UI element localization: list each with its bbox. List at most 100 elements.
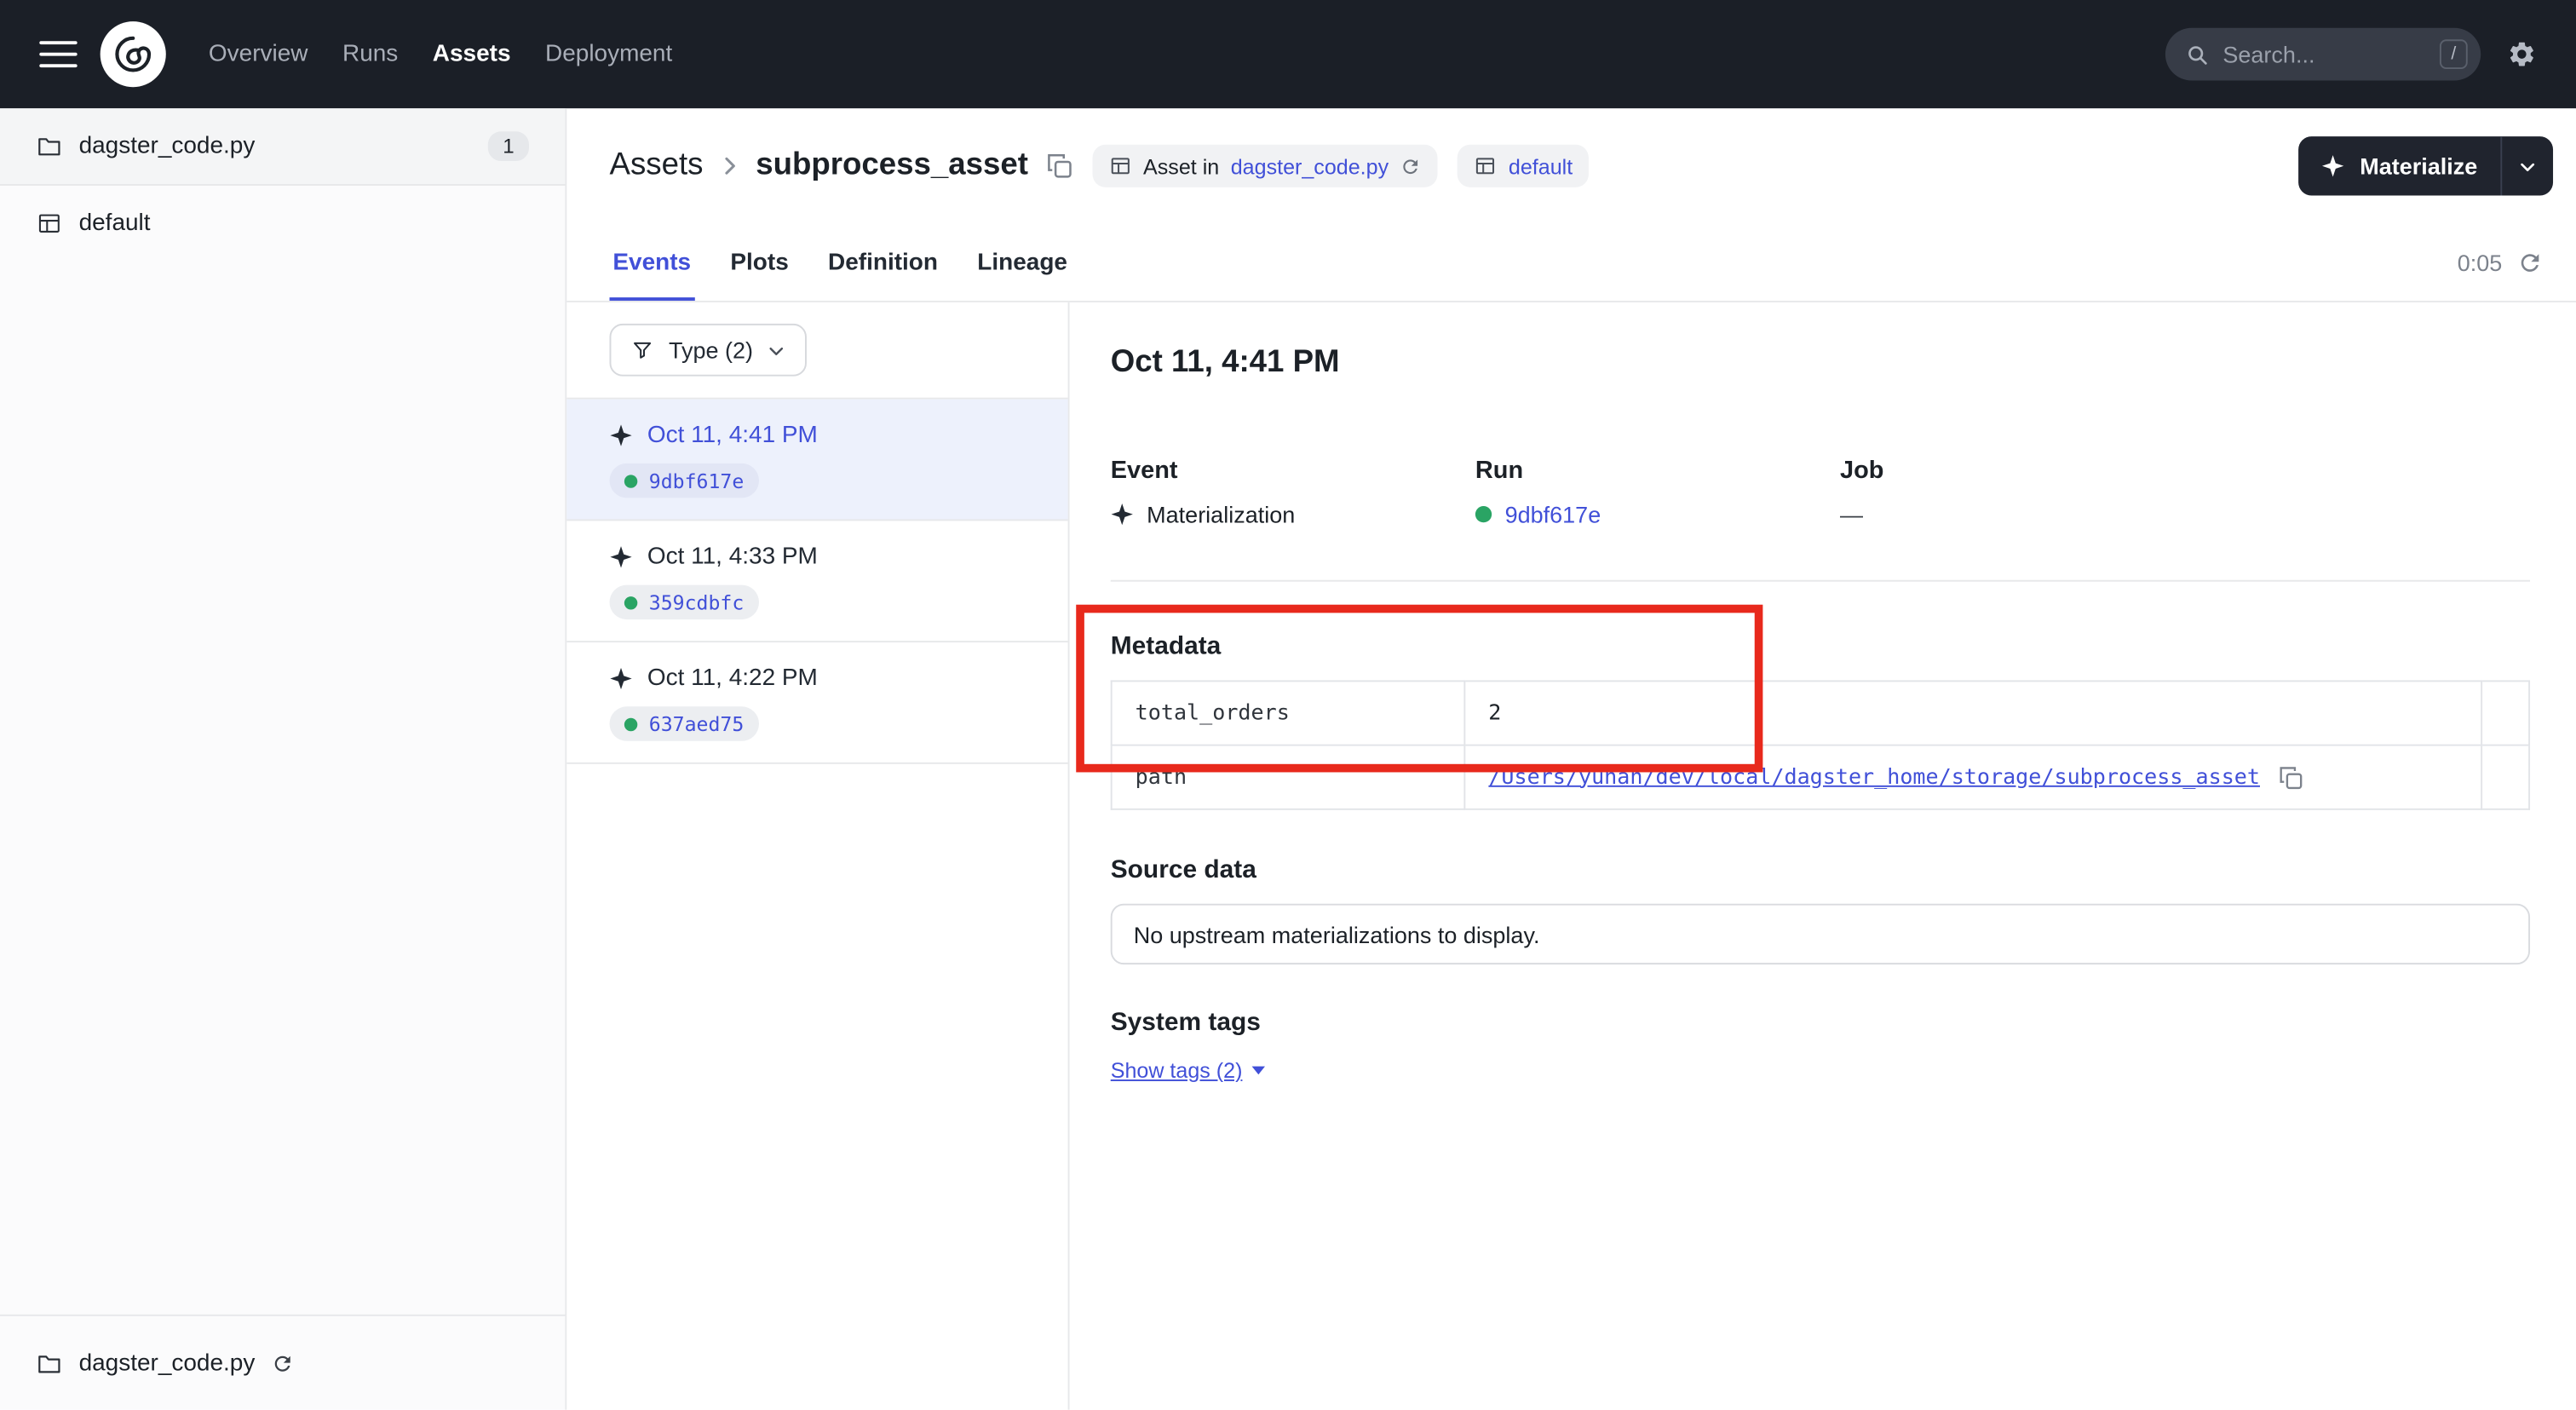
success-dot-icon (624, 596, 637, 608)
metadata-table: total_orders 2 path /Users/yuhan/dev/loc… (1111, 680, 2530, 809)
run-id: 359cdbfc (649, 590, 744, 613)
repo-default-link[interactable]: default (1509, 153, 1573, 178)
materialization-icon (610, 424, 633, 447)
success-dot-icon (624, 717, 637, 730)
metadata-gutter (2481, 745, 2529, 809)
reload-icon[interactable] (1400, 155, 1422, 176)
refresh-timer: 0:05 (2458, 249, 2503, 275)
asset-count-badge: 1 (488, 131, 529, 161)
run-id-pill[interactable]: 637aed75 (610, 706, 759, 741)
app-window: Overview Runs Assets Deployment / (0, 0, 2576, 1410)
metadata-key: path (1112, 745, 1465, 809)
materialize-split-button: Materialize (2299, 136, 2553, 195)
metadata-gutter (2481, 681, 2529, 745)
repo-icon (36, 210, 62, 236)
refresh-status: 0:05 (2458, 249, 2544, 275)
tab-definition[interactable]: Definition (825, 250, 941, 301)
search-input[interactable] (2222, 41, 2426, 67)
filter-label: Type (2) (669, 337, 753, 363)
run-column-label: Run (1475, 457, 1840, 485)
metadata-key: total_orders (1112, 681, 1465, 745)
metadata-row: path /Users/yuhan/dev/local/dagster_home… (1112, 745, 2529, 809)
run-id-link[interactable]: 9dbf617e (1505, 501, 1601, 527)
type-filter-button[interactable]: Type (2) (610, 324, 808, 377)
settings-gear-icon[interactable] (2507, 39, 2537, 69)
sidebar-item-label: default (79, 210, 151, 236)
repo-icon (1109, 154, 1132, 177)
event-row[interactable]: Oct 11, 4:22 PM 637aed75 (566, 642, 1067, 764)
sidebar-item-default-repo[interactable]: default (0, 186, 565, 260)
tab-lineage[interactable]: Lineage (974, 250, 1070, 301)
materialization-icon (1111, 503, 1134, 526)
main-content: Assets subprocess_asset (566, 108, 2576, 1409)
filter-funnel-icon (631, 338, 654, 361)
show-tags-toggle[interactable]: Show tags (2) (1111, 1058, 1266, 1083)
sidebar-footer-code-location[interactable]: dagster_code.py (0, 1315, 565, 1410)
chevron-right-icon (718, 154, 741, 177)
source-data-heading: Source data (1111, 856, 2530, 886)
nav-assets[interactable]: Assets (429, 35, 514, 74)
search-box[interactable]: / (2165, 28, 2481, 81)
folder-icon (36, 1350, 62, 1376)
materialization-icon (610, 545, 633, 568)
sidebar-footer-label: dagster_code.py (79, 1350, 256, 1376)
tabs-row: Events Plots Definition Lineage 0:05 (566, 223, 2576, 302)
filter-bar: Type (2) (566, 302, 1067, 400)
job-column-label: Job (1840, 457, 2205, 485)
tab-plots[interactable]: Plots (727, 250, 792, 301)
page-title: subprocess_asset (756, 148, 1028, 184)
materialize-label: Materialize (2360, 153, 2477, 179)
primary-nav: Overview Runs Assets Deployment (205, 35, 676, 74)
tabs: Events Plots Definition Lineage (610, 223, 1071, 301)
metadata-value: 2 (1464, 681, 2481, 745)
metadata-path-link[interactable]: /Users/yuhan/dev/local/dagster_home/stor… (1488, 765, 2260, 790)
run-id: 637aed75 (649, 712, 744, 735)
nav-overview[interactable]: Overview (205, 35, 311, 74)
metadata-heading: Metadata (1111, 633, 2530, 663)
section-divider (1111, 580, 2530, 582)
copy-icon[interactable] (2278, 765, 2303, 790)
refresh-icon[interactable] (2517, 249, 2544, 275)
dagster-logo-icon[interactable] (101, 21, 166, 87)
materialize-dropdown-button[interactable] (2500, 136, 2553, 195)
sparkle-icon (2322, 154, 2345, 177)
repo-icon (1474, 154, 1497, 177)
nav-runs[interactable]: Runs (339, 35, 401, 74)
asset-location-badge: Asset in dagster_code.py (1092, 145, 1438, 187)
metadata-row: total_orders 2 (1112, 681, 2529, 745)
reload-icon[interactable] (272, 1351, 295, 1374)
breadcrumb: Assets subprocess_asset (610, 148, 1073, 184)
event-detail-panel: Oct 11, 4:41 PM Event Materialization (1070, 302, 2576, 1410)
chevron-down-icon (768, 341, 785, 359)
breadcrumb-assets-link[interactable]: Assets (610, 148, 704, 184)
event-timestamp: Oct 11, 4:22 PM (647, 665, 818, 692)
copy-icon[interactable] (1046, 153, 1072, 179)
search-icon (2185, 42, 2210, 66)
system-tags-heading: System tags (1111, 1009, 2530, 1039)
sidebar-item-label: dagster_code.py (79, 133, 256, 159)
sidebar-item-code-location[interactable]: dagster_code.py 1 (0, 108, 565, 186)
materialization-icon (610, 667, 633, 690)
event-row[interactable]: Oct 11, 4:33 PM 359cdbfc (566, 521, 1067, 642)
menu-icon[interactable] (39, 41, 77, 67)
show-tags-label: Show tags (2) (1111, 1058, 1243, 1083)
run-id-pill[interactable]: 359cdbfc (610, 585, 759, 620)
caret-down-icon (1252, 1067, 1265, 1075)
event-timestamp: Oct 11, 4:41 PM (647, 423, 818, 449)
event-column-label: Event (1111, 457, 1475, 485)
event-timestamp: Oct 11, 4:33 PM (647, 544, 818, 570)
success-dot-icon (1475, 506, 1492, 522)
materialize-button[interactable]: Materialize (2299, 136, 2500, 195)
nav-deployment[interactable]: Deployment (542, 35, 676, 74)
event-info-columns: Event Materialization Run (1111, 457, 2530, 527)
folder-icon (36, 133, 62, 159)
search-shortcut-key: / (2440, 39, 2468, 69)
tab-events[interactable]: Events (610, 250, 694, 301)
repo-badge: default (1458, 145, 1589, 187)
code-location-link[interactable]: dagster_code.py (1231, 153, 1389, 178)
success-dot-icon (624, 474, 637, 486)
event-detail-title: Oct 11, 4:41 PM (1111, 345, 2530, 381)
event-row[interactable]: Oct 11, 4:41 PM 9dbf617e (566, 400, 1067, 521)
source-data-empty-message: No upstream materializations to display. (1111, 904, 2530, 964)
run-id-pill[interactable]: 9dbf617e (610, 463, 759, 498)
